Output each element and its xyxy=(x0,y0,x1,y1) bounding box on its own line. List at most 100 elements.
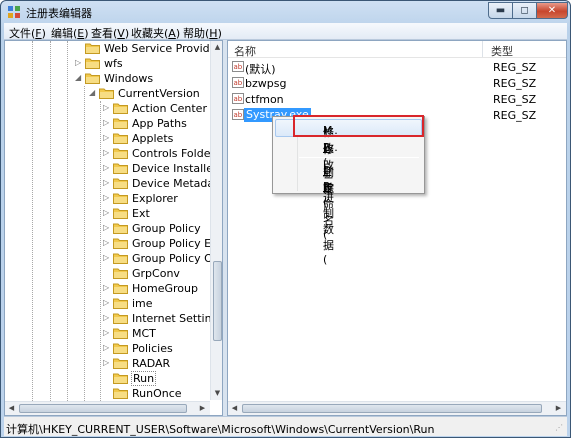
scroll-right-arrow-icon[interactable]: ▶ xyxy=(196,404,209,412)
expand-arrow-icon[interactable]: ▷ xyxy=(103,118,111,128)
expand-arrow-icon[interactable]: ▷ xyxy=(103,163,111,173)
expand-arrow-icon[interactable]: ▷ xyxy=(103,313,111,323)
folder-icon xyxy=(113,178,128,189)
ab-string-icon: ab xyxy=(232,109,244,120)
column-header-name[interactable]: 名称 xyxy=(234,43,256,59)
folder-icon xyxy=(113,283,128,294)
scroll-left-arrow-icon[interactable]: ◀ xyxy=(5,404,18,412)
folder-icon xyxy=(113,133,128,144)
tree-horizontal-scroll-thumb[interactable] xyxy=(19,404,187,413)
tree-guide-line xyxy=(100,101,101,401)
column-divider[interactable] xyxy=(482,41,483,57)
folder-icon xyxy=(113,268,128,279)
value-type: REG_SZ xyxy=(493,109,537,122)
annotation-highlight-box xyxy=(293,115,424,137)
tree-node-label: Run xyxy=(131,371,157,386)
expand-arrow-icon[interactable]: ▷ xyxy=(103,223,111,233)
folder-icon xyxy=(113,223,128,234)
tree-node-label: GrpConv xyxy=(132,267,180,280)
tree-vertical-scrollbar[interactable]: ▲ ▼ xyxy=(210,41,222,400)
folder-icon xyxy=(113,358,128,369)
regedit-app-icon xyxy=(8,6,20,18)
expand-arrow-icon[interactable] xyxy=(103,373,111,383)
menu-file[interactable]: 文件(F) xyxy=(9,25,46,41)
folder-icon xyxy=(113,313,128,324)
menu-bar: 文件(F) 编辑(E) 查看(V) 收藏夹(A) 帮助(H) xyxy=(4,23,567,40)
folder-icon xyxy=(113,388,128,399)
collapse-arrow-icon[interactable]: ◢ xyxy=(75,73,83,83)
menu-favorites[interactable]: 收藏夹(A) xyxy=(131,25,180,41)
tree-vertical-scroll-thumb[interactable] xyxy=(213,261,222,341)
values-horizontal-scroll-thumb[interactable] xyxy=(242,404,542,413)
menu-help[interactable]: 帮助(H) xyxy=(183,25,222,41)
value-row[interactable]: ab bzwpsg REG_SZ xyxy=(230,75,564,91)
tree-node-label: ime xyxy=(132,297,153,310)
value-row[interactable]: ab (默认) REG_SZ xyxy=(230,59,564,76)
title-bar[interactable]: 注册表编辑器 ▬ ◻ ✕ xyxy=(1,1,570,23)
context-menu-delete[interactable]: 删除(D) xyxy=(275,160,422,209)
expand-arrow-icon[interactable]: ▷ xyxy=(103,133,111,143)
scroll-left-arrow-icon[interactable]: ◀ xyxy=(228,404,241,412)
expand-arrow-icon[interactable] xyxy=(103,388,111,398)
expand-arrow-icon[interactable] xyxy=(103,268,111,278)
folder-icon xyxy=(85,43,100,54)
expand-arrow-icon[interactable]: ▷ xyxy=(103,328,111,338)
tree-node-label: Explorer xyxy=(132,192,178,205)
value-row[interactable]: ab ctfmon REG_SZ xyxy=(230,91,564,107)
tree-node-label: Controls Folder xyxy=(132,147,215,160)
folder-icon xyxy=(99,88,114,99)
tree-guide-line xyxy=(50,41,51,401)
context-menu-rename[interactable]: 重命名(R) xyxy=(275,176,422,241)
value-type: REG_SZ xyxy=(493,61,537,74)
expand-arrow-icon[interactable]: ▷ xyxy=(103,253,111,263)
svg-text:ab: ab xyxy=(234,79,243,87)
menu-edit[interactable]: 编辑(E) xyxy=(51,25,89,41)
expand-arrow-icon[interactable]: ▷ xyxy=(103,208,111,218)
tree-node-label: MCT xyxy=(132,327,156,340)
resize-grip-icon[interactable]: ⋰ xyxy=(555,423,565,433)
status-bar: 计算机\HKEY_CURRENT_USER\Software\Microsoft… xyxy=(4,416,567,436)
tree-node-label: CurrentVersion xyxy=(118,87,200,100)
scroll-up-arrow-icon[interactable]: ▲ xyxy=(211,43,222,51)
column-header-type[interactable]: 类型 xyxy=(491,43,513,59)
folder-icon xyxy=(113,193,128,204)
registry-values-list[interactable]: 名称 类型 ab (默认) REG_SZ ab bzwpsg REG_SZ ab ctfmon… xyxy=(227,40,567,416)
collapse-arrow-icon[interactable]: ◢ xyxy=(89,88,97,98)
tree-node-label: App Paths xyxy=(132,117,187,130)
close-button[interactable]: ✕ xyxy=(536,2,568,19)
expand-arrow-icon[interactable]: ▷ xyxy=(103,103,111,113)
folder-icon xyxy=(113,163,128,174)
folder-icon xyxy=(85,73,100,84)
folder-icon xyxy=(113,253,128,264)
expand-arrow-icon[interactable]: ▷ xyxy=(103,343,111,353)
expand-arrow-icon[interactable]: ▷ xyxy=(103,283,111,293)
expand-arrow-icon[interactable]: ▷ xyxy=(103,238,111,248)
menu-view[interactable]: 查看(V) xyxy=(91,25,129,41)
context-menu-modify-binary[interactable]: 修改二进制数据(B)... xyxy=(275,137,422,266)
expand-arrow-icon[interactable]: ▷ xyxy=(103,148,111,158)
values-horizontal-scrollbar[interactable]: ◀ ▶ xyxy=(228,401,566,415)
expand-arrow-icon[interactable]: ▷ xyxy=(103,193,111,203)
registry-key-tree[interactable]: Web Service Providers ▷ wfs ◢ Windows ◢ Curren… xyxy=(4,40,223,416)
svg-text:ab: ab xyxy=(234,95,243,103)
ab-string-icon: ab xyxy=(232,61,244,72)
folder-icon xyxy=(113,298,128,309)
expand-arrow-icon[interactable]: ▷ xyxy=(103,358,111,368)
minimize-button[interactable]: ▬ xyxy=(488,2,513,19)
maximize-button[interactable]: ◻ xyxy=(512,2,537,19)
folder-icon xyxy=(85,58,100,69)
value-type: REG_SZ xyxy=(493,77,537,90)
value-name: bzwpsg xyxy=(245,77,287,90)
tree-horizontal-scrollbar[interactable]: ◀ ▶ xyxy=(5,401,210,415)
scroll-right-arrow-icon[interactable]: ▶ xyxy=(552,404,565,412)
tree-node-label: Device Installer xyxy=(132,162,218,175)
expand-arrow-icon[interactable]: ▷ xyxy=(103,298,111,308)
folder-icon xyxy=(113,208,128,219)
tree-node-label: Ext xyxy=(132,207,150,220)
folder-icon xyxy=(113,328,128,339)
expand-arrow-icon[interactable]: ▷ xyxy=(103,178,111,188)
svg-text:ab: ab xyxy=(234,111,243,119)
expand-arrow-icon[interactable]: ▷ xyxy=(75,58,83,68)
scroll-down-arrow-icon[interactable]: ▼ xyxy=(211,389,222,397)
expand-arrow-icon[interactable] xyxy=(75,43,83,53)
